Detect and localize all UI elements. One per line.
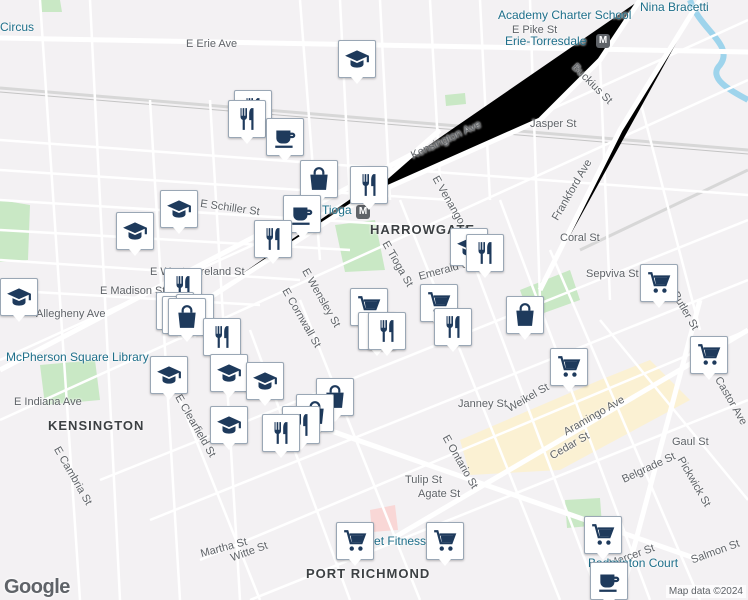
graduation-cap-icon <box>252 368 278 394</box>
fork-knife-marker[interactable] <box>203 318 241 362</box>
shopping-cart-marker[interactable] <box>584 516 622 560</box>
coffee-cup-icon <box>289 201 315 227</box>
coffee-cup-icon <box>272 124 298 150</box>
graduation-cap-icon <box>344 46 370 72</box>
street-label: Sepviva St <box>586 268 639 280</box>
street-label: E Erie Ave <box>186 38 238 50</box>
poi-label[interactable]: Circus <box>0 20 34 34</box>
google-logo: Google <box>4 576 70 598</box>
coffee-cup-icon <box>596 568 622 594</box>
coffee-cup-marker[interactable] <box>266 118 304 162</box>
fork-knife-icon <box>374 318 400 344</box>
street-label: Tulip St <box>405 474 442 486</box>
fork-knife-marker[interactable] <box>228 100 266 144</box>
shopping-bag-marker[interactable] <box>300 160 338 204</box>
shopping-cart-icon <box>342 528 368 554</box>
fork-knife-marker[interactable] <box>254 220 292 264</box>
shopping-cart-marker[interactable] <box>690 336 728 380</box>
shopping-bag-icon <box>512 302 538 328</box>
shopping-cart-icon <box>646 270 672 296</box>
fork-knife-icon <box>234 106 260 132</box>
street-label: Allegheny Ave <box>36 308 106 320</box>
shopping-cart-marker[interactable] <box>426 522 464 566</box>
fork-knife-icon <box>472 240 498 266</box>
graduation-cap-icon <box>216 360 242 386</box>
shopping-bag-marker[interactable] <box>168 298 206 342</box>
street-label: Janney St <box>458 398 507 410</box>
poi-label[interactable]: McPherson Square Library <box>6 350 149 364</box>
graduation-cap-marker[interactable] <box>150 356 188 400</box>
graduation-cap-marker[interactable] <box>338 40 376 84</box>
poi-label[interactable]: Nina Bracetti <box>640 0 709 14</box>
street-label: E Indiana Ave <box>14 396 82 408</box>
graduation-cap-marker[interactable] <box>116 212 154 256</box>
shopping-cart-marker[interactable] <box>336 522 374 566</box>
graduation-cap-icon <box>216 412 242 438</box>
graduation-cap-marker[interactable] <box>210 406 248 450</box>
fork-knife-marker[interactable] <box>466 234 504 278</box>
shopping-cart-icon <box>590 522 616 548</box>
shopping-cart-icon <box>432 528 458 554</box>
shopping-cart-icon <box>696 342 722 368</box>
fork-knife-icon <box>440 314 466 340</box>
street-label: Agate St <box>418 488 461 500</box>
shopping-cart-marker[interactable] <box>550 348 588 392</box>
graduation-cap-marker[interactable] <box>210 354 248 398</box>
graduation-cap-marker[interactable] <box>246 362 284 406</box>
poi-label[interactable]: Tioga <box>322 203 352 217</box>
poi-label[interactable]: Erie-Torresdale <box>505 34 586 48</box>
fork-knife-marker[interactable] <box>262 414 300 458</box>
graduation-cap-icon <box>6 284 32 310</box>
fork-knife-icon <box>260 226 286 252</box>
graduation-cap-icon <box>166 196 192 222</box>
fork-knife-icon <box>356 172 382 198</box>
map-canvas[interactable]: E Erie Ave E Pike St Kensington Ave Fran… <box>0 0 748 600</box>
shopping-cart-icon <box>556 354 582 380</box>
map-attribution[interactable]: Map data ©2024 <box>665 585 746 598</box>
fork-knife-marker[interactable] <box>434 308 472 352</box>
shopping-bag-marker[interactable] <box>506 296 544 340</box>
fork-knife-icon <box>268 420 294 446</box>
metro-station-icon[interactable]: M <box>596 34 610 48</box>
coffee-cup-marker[interactable] <box>590 562 628 600</box>
fork-knife-marker[interactable] <box>368 312 406 356</box>
street-label: Gaul St <box>672 436 709 448</box>
fork-knife-marker[interactable] <box>350 166 388 210</box>
street-label: Jasper St <box>530 118 577 130</box>
graduation-cap-marker[interactable] <box>0 278 38 322</box>
poi-label[interactable]: Academy Charter School <box>498 8 631 22</box>
shopping-cart-marker[interactable] <box>640 264 678 308</box>
graduation-cap-marker[interactable] <box>160 190 198 234</box>
graduation-cap-icon <box>156 362 182 388</box>
neighborhood-label: KENSINGTON <box>48 418 145 433</box>
fork-knife-icon <box>209 324 235 350</box>
graduation-cap-icon <box>122 218 148 244</box>
shopping-bag-icon <box>306 166 332 192</box>
street-label: Coral St <box>560 232 600 244</box>
neighborhood-label: PORT RICHMOND <box>306 566 431 581</box>
shopping-bag-icon <box>174 304 200 330</box>
